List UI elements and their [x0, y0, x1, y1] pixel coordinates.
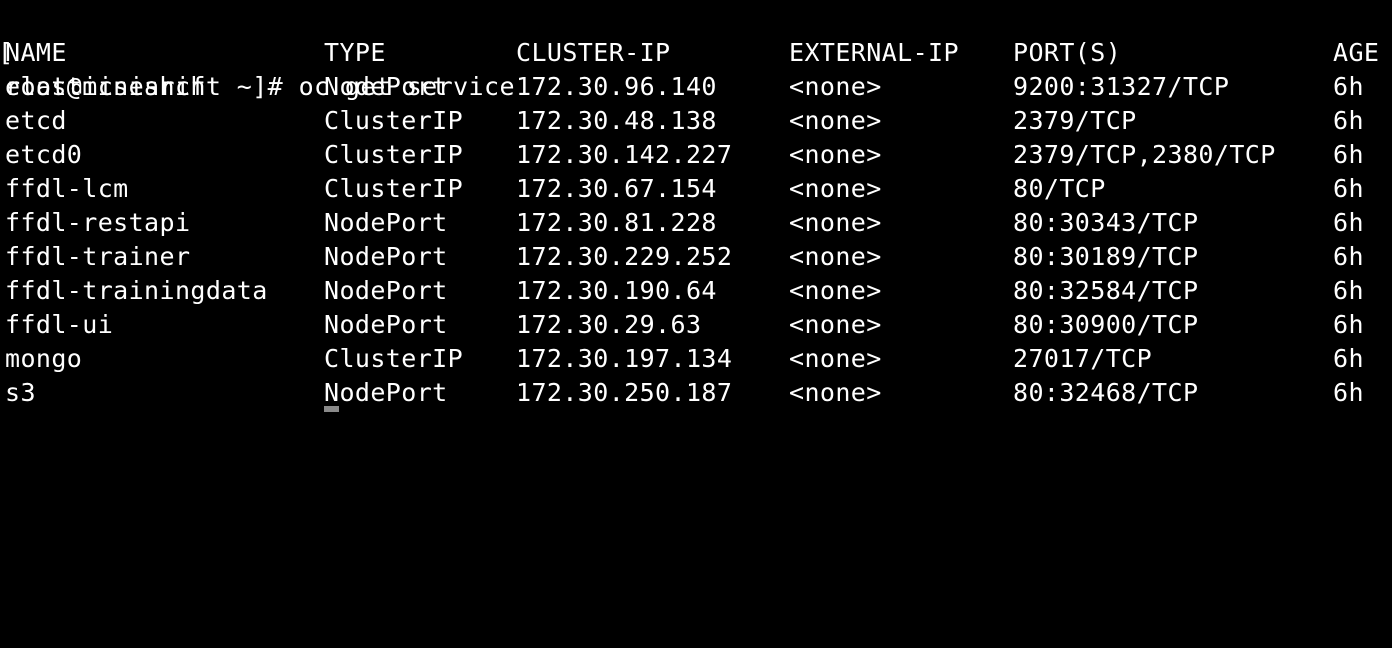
service-age: 6h: [1333, 378, 1364, 407]
service-age: 6h: [1333, 276, 1364, 305]
table-row: ffdl-trainingdata NodePort 172.30.190.64…: [0, 274, 1392, 308]
service-type: NodePort: [324, 208, 448, 237]
service-external-ip: <none>: [789, 310, 882, 339]
service-age: 6h: [1333, 72, 1364, 101]
service-type: NodePort: [324, 378, 448, 407]
service-cluster-ip: 172.30.197.134: [516, 344, 733, 373]
header-cluster-ip: CLUSTER-IP: [516, 38, 671, 67]
service-external-ip: <none>: [789, 106, 882, 135]
service-external-ip: <none>: [789, 344, 882, 373]
terminal-cursor: [324, 406, 339, 412]
table-row: ffdl-lcm ClusterIP 172.30.67.154 <none> …: [0, 172, 1392, 206]
service-external-ip: <none>: [789, 208, 882, 237]
service-cluster-ip: 172.30.48.138: [516, 106, 717, 135]
service-ports: 80:32468/TCP: [1013, 378, 1199, 407]
service-name: ffdl-lcm: [5, 174, 129, 203]
service-ports: 80:30343/TCP: [1013, 208, 1199, 237]
service-type: NodePort: [324, 72, 448, 101]
service-name: etcd0: [5, 140, 83, 169]
service-cluster-ip: 172.30.67.154: [516, 174, 717, 203]
service-external-ip: <none>: [789, 174, 882, 203]
table-row: etcd0 ClusterIP 172.30.142.227 <none> 23…: [0, 138, 1392, 172]
service-age: 6h: [1333, 208, 1364, 237]
table-row: ffdl-trainer NodePort 172.30.229.252 <no…: [0, 240, 1392, 274]
service-name: ffdl-trainer: [5, 242, 191, 271]
service-ports: 2379/TCP,2380/TCP: [1013, 140, 1276, 169]
table-row: ffdl-restapi NodePort 172.30.81.228 <non…: [0, 206, 1392, 240]
table-row: etcd ClusterIP 172.30.48.138 <none> 2379…: [0, 104, 1392, 138]
service-external-ip: <none>: [789, 140, 882, 169]
header-type: TYPE: [324, 38, 386, 67]
service-age: 6h: [1333, 242, 1364, 271]
service-age: 6h: [1333, 140, 1364, 169]
service-type: ClusterIP: [324, 140, 464, 169]
table-row: s3 NodePort 172.30.250.187 <none> 80:324…: [0, 376, 1392, 410]
service-external-ip: <none>: [789, 242, 882, 271]
service-ports: 9200:31327/TCP: [1013, 72, 1230, 101]
service-age: 6h: [1333, 174, 1364, 203]
service-type: NodePort: [324, 242, 448, 271]
service-ports: 80:32584/TCP: [1013, 276, 1199, 305]
table-row: elasticsearch NodePort 172.30.96.140 <no…: [0, 70, 1392, 104]
table-row: ffdl-ui NodePort 172.30.29.63 <none> 80:…: [0, 308, 1392, 342]
service-name: s3: [5, 378, 36, 407]
service-cluster-ip: 172.30.96.140: [516, 72, 717, 101]
service-ports: 80:30189/TCP: [1013, 242, 1199, 271]
header-name: NAME: [5, 38, 67, 67]
service-cluster-ip: 172.30.142.227: [516, 140, 733, 169]
header-external-ip: EXTERNAL-IP: [789, 38, 959, 67]
service-type: ClusterIP: [324, 106, 464, 135]
service-ports: 80:30900/TCP: [1013, 310, 1199, 339]
service-external-ip: <none>: [789, 378, 882, 407]
service-name: elasticsearch: [5, 72, 206, 101]
service-type: ClusterIP: [324, 344, 464, 373]
service-external-ip: <none>: [789, 276, 882, 305]
service-age: 6h: [1333, 106, 1364, 135]
service-type: NodePort: [324, 310, 448, 339]
service-age: 6h: [1333, 344, 1364, 373]
header-age: AGE: [1333, 38, 1380, 67]
service-ports: 2379/TCP: [1013, 106, 1137, 135]
service-cluster-ip: 172.30.229.252: [516, 242, 733, 271]
service-cluster-ip: 172.30.190.64: [516, 276, 717, 305]
service-name: mongo: [5, 344, 83, 373]
header-ports: PORT(S): [1013, 38, 1122, 67]
service-type: NodePort: [324, 276, 448, 305]
service-external-ip: <none>: [789, 72, 882, 101]
service-ports: 27017/TCP: [1013, 344, 1153, 373]
service-ports: 80/TCP: [1013, 174, 1106, 203]
service-name: ffdl-ui: [5, 310, 114, 339]
service-cluster-ip: 172.30.81.228: [516, 208, 717, 237]
command-prompt-line: [ root@minishift ~]# oc get service: [0, 2, 1392, 101]
service-age: 6h: [1333, 310, 1364, 339]
table-row: mongo ClusterIP 172.30.197.134 <none> 27…: [0, 342, 1392, 376]
service-name: ffdl-trainingdata: [5, 276, 268, 305]
service-name: ffdl-restapi: [5, 208, 191, 237]
service-type: ClusterIP: [324, 174, 464, 203]
service-cluster-ip: 172.30.250.187: [516, 378, 733, 407]
terminal-window[interactable]: [ root@minishift ~]# oc get service NAME…: [0, 0, 1392, 412]
service-name: etcd: [5, 106, 67, 135]
service-cluster-ip: 172.30.29.63: [516, 310, 702, 339]
table-header-row: NAME TYPE CLUSTER-IP EXTERNAL-IP PORT(S)…: [0, 36, 1392, 70]
